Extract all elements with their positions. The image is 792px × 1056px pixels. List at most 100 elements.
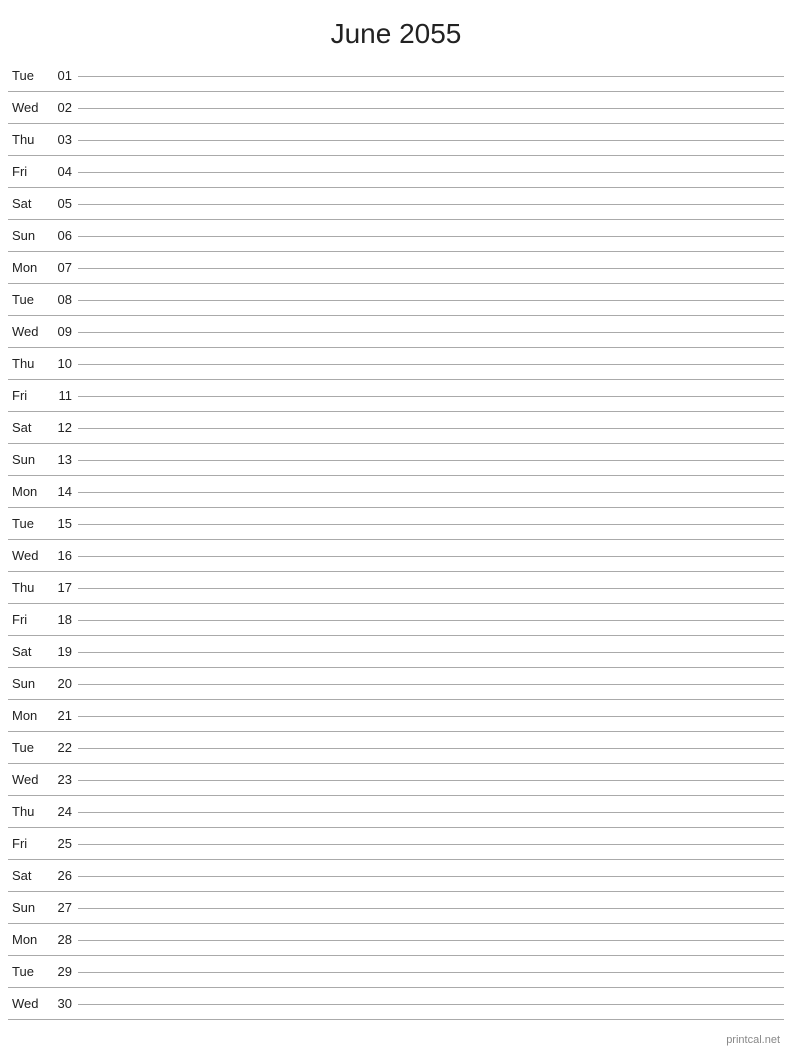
day-number: 19 xyxy=(50,644,78,659)
day-line xyxy=(78,620,784,621)
day-row: Tue22 xyxy=(8,732,784,764)
day-row: Mon28 xyxy=(8,924,784,956)
day-name: Sun xyxy=(8,452,50,467)
day-name: Mon xyxy=(8,484,50,499)
day-row: Wed30 xyxy=(8,988,784,1020)
day-name: Tue xyxy=(8,68,50,83)
day-name: Sat xyxy=(8,196,50,211)
day-row: Wed23 xyxy=(8,764,784,796)
day-line xyxy=(78,76,784,77)
day-row: Sat12 xyxy=(8,412,784,444)
day-row: Sat26 xyxy=(8,860,784,892)
day-name: Wed xyxy=(8,548,50,563)
day-line xyxy=(78,172,784,173)
day-number: 07 xyxy=(50,260,78,275)
day-name: Sat xyxy=(8,644,50,659)
day-line xyxy=(78,972,784,973)
day-line xyxy=(78,684,784,685)
day-line xyxy=(78,652,784,653)
day-number: 09 xyxy=(50,324,78,339)
watermark: printcal.net xyxy=(726,1034,780,1046)
day-number: 04 xyxy=(50,164,78,179)
day-number: 03 xyxy=(50,132,78,147)
day-row: Tue08 xyxy=(8,284,784,316)
day-row: Sun13 xyxy=(8,444,784,476)
day-name: Tue xyxy=(8,740,50,755)
day-row: Sat05 xyxy=(8,188,784,220)
day-number: 13 xyxy=(50,452,78,467)
day-number: 28 xyxy=(50,932,78,947)
day-line xyxy=(78,716,784,717)
day-number: 23 xyxy=(50,772,78,787)
day-name: Tue xyxy=(8,292,50,307)
day-number: 01 xyxy=(50,68,78,83)
day-line xyxy=(78,108,784,109)
day-row: Thu03 xyxy=(8,124,784,156)
day-number: 20 xyxy=(50,676,78,691)
day-line xyxy=(78,204,784,205)
day-row: Fri04 xyxy=(8,156,784,188)
day-number: 27 xyxy=(50,900,78,915)
day-row: Sun20 xyxy=(8,668,784,700)
day-number: 24 xyxy=(50,804,78,819)
day-row: Mon21 xyxy=(8,700,784,732)
day-row: Mon07 xyxy=(8,252,784,284)
day-number: 05 xyxy=(50,196,78,211)
day-number: 11 xyxy=(50,388,78,403)
day-row: Wed09 xyxy=(8,316,784,348)
day-number: 02 xyxy=(50,100,78,115)
day-name: Wed xyxy=(8,324,50,339)
day-name: Sun xyxy=(8,900,50,915)
day-line xyxy=(78,748,784,749)
day-name: Fri xyxy=(8,836,50,851)
day-line xyxy=(78,396,784,397)
day-line xyxy=(78,908,784,909)
day-number: 15 xyxy=(50,516,78,531)
day-name: Thu xyxy=(8,132,50,147)
day-name: Sat xyxy=(8,868,50,883)
day-row: Mon14 xyxy=(8,476,784,508)
day-line xyxy=(78,428,784,429)
day-number: 29 xyxy=(50,964,78,979)
day-number: 30 xyxy=(50,996,78,1011)
day-number: 17 xyxy=(50,580,78,595)
day-line xyxy=(78,140,784,141)
day-line xyxy=(78,364,784,365)
day-number: 12 xyxy=(50,420,78,435)
day-line xyxy=(78,812,784,813)
day-row: Tue29 xyxy=(8,956,784,988)
day-line xyxy=(78,940,784,941)
day-name: Mon xyxy=(8,708,50,723)
day-name: Sun xyxy=(8,676,50,691)
day-row: Thu24 xyxy=(8,796,784,828)
day-row: Sat19 xyxy=(8,636,784,668)
day-number: 26 xyxy=(50,868,78,883)
day-line xyxy=(78,460,784,461)
day-line xyxy=(78,1004,784,1005)
day-name: Wed xyxy=(8,100,50,115)
day-name: Sat xyxy=(8,420,50,435)
day-number: 21 xyxy=(50,708,78,723)
day-number: 08 xyxy=(50,292,78,307)
day-line xyxy=(78,556,784,557)
day-row: Thu10 xyxy=(8,348,784,380)
page-title: June 2055 xyxy=(0,0,792,60)
day-row: Tue01 xyxy=(8,60,784,92)
day-line xyxy=(78,588,784,589)
day-name: Sun xyxy=(8,228,50,243)
day-name: Wed xyxy=(8,772,50,787)
day-line xyxy=(78,332,784,333)
day-name: Fri xyxy=(8,612,50,627)
day-row: Thu17 xyxy=(8,572,784,604)
day-number: 16 xyxy=(50,548,78,563)
day-row: Wed16 xyxy=(8,540,784,572)
day-line xyxy=(78,844,784,845)
day-row: Fri25 xyxy=(8,828,784,860)
day-name: Thu xyxy=(8,804,50,819)
day-row: Sun06 xyxy=(8,220,784,252)
day-row: Wed02 xyxy=(8,92,784,124)
day-line xyxy=(78,876,784,877)
day-line xyxy=(78,780,784,781)
day-line xyxy=(78,300,784,301)
day-line xyxy=(78,268,784,269)
